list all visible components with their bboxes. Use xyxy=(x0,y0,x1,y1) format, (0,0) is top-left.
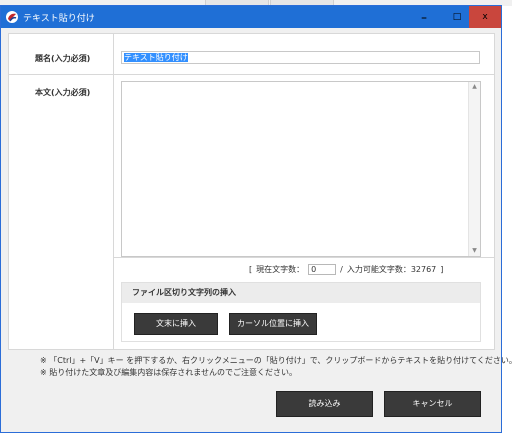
counter-open-bracket: [ xyxy=(249,265,253,274)
body-textarea[interactable]: ▲ ▼ xyxy=(121,81,481,257)
cancel-button[interactable]: キャンセル xyxy=(384,391,481,417)
body-scrollbar[interactable]: ▲ ▼ xyxy=(468,82,480,256)
row-divider xyxy=(113,257,494,258)
title-field-label: 題名(入力必須) xyxy=(35,54,91,63)
scroll-up-icon[interactable]: ▲ xyxy=(469,82,480,92)
current-count-label: 現在文字数： xyxy=(256,265,305,274)
title-input[interactable]: テキスト貼り付け xyxy=(121,51,480,64)
counter-separator: / xyxy=(340,265,343,274)
close-button[interactable]: x xyxy=(469,6,501,28)
scroll-down-icon[interactable]: ▼ xyxy=(469,246,480,256)
insert-group-title: ファイル区切り文字列の挿入 xyxy=(122,283,480,303)
counter-close-bracket: ] xyxy=(440,265,444,274)
background-window-edge xyxy=(502,26,512,54)
title-input-value: テキスト貼り付け xyxy=(124,53,188,62)
row-divider xyxy=(9,74,494,75)
minimize-button[interactable]: ‒ xyxy=(408,6,440,28)
insert-at-end-button[interactable]: 文末に挿入 xyxy=(134,313,218,335)
maximize-icon: □ xyxy=(452,12,462,22)
title-bar[interactable]: テキスト貼り付け ‒ □ x xyxy=(1,6,501,28)
paste-instruction-note: ※ 「Ctrl」+「V」キー を押下するか、右クリックメニューの「貼り付け」で、… xyxy=(40,356,512,365)
current-count-field: 0 xyxy=(308,264,337,275)
text-paste-dialog: テキスト貼り付け ‒ □ x 題名(入力必須) テキスト貼り付け 本文(入力必須… xyxy=(0,5,512,433)
max-count-label: 入力可能文字数：32767 xyxy=(346,265,437,274)
window-title: テキスト貼り付け xyxy=(23,14,95,24)
app-logo-icon xyxy=(6,11,18,23)
character-counter: [ 現在文字数： 0 / 入力可能文字数：32767 ] xyxy=(249,264,443,275)
form-panel: 題名(入力必須) テキスト貼り付け 本文(入力必須) ▲ ▼ [ 現在文字数： … xyxy=(8,33,495,350)
body-field-label: 本文(入力必須) xyxy=(35,88,91,97)
close-icon: x xyxy=(482,12,488,22)
not-saved-warning-note: ※ 貼り付けた文章及び編集内容は保存されませんのでご注意ください。 xyxy=(40,368,298,377)
minimize-icon: ‒ xyxy=(421,12,427,22)
insert-at-cursor-button[interactable]: カーソル位置に挿入 xyxy=(229,313,317,335)
insert-separator-group: ファイル区切り文字列の挿入 文末に挿入 カーソル位置に挿入 xyxy=(121,282,481,342)
label-column xyxy=(9,34,114,349)
load-button[interactable]: 読み込み xyxy=(276,391,373,417)
